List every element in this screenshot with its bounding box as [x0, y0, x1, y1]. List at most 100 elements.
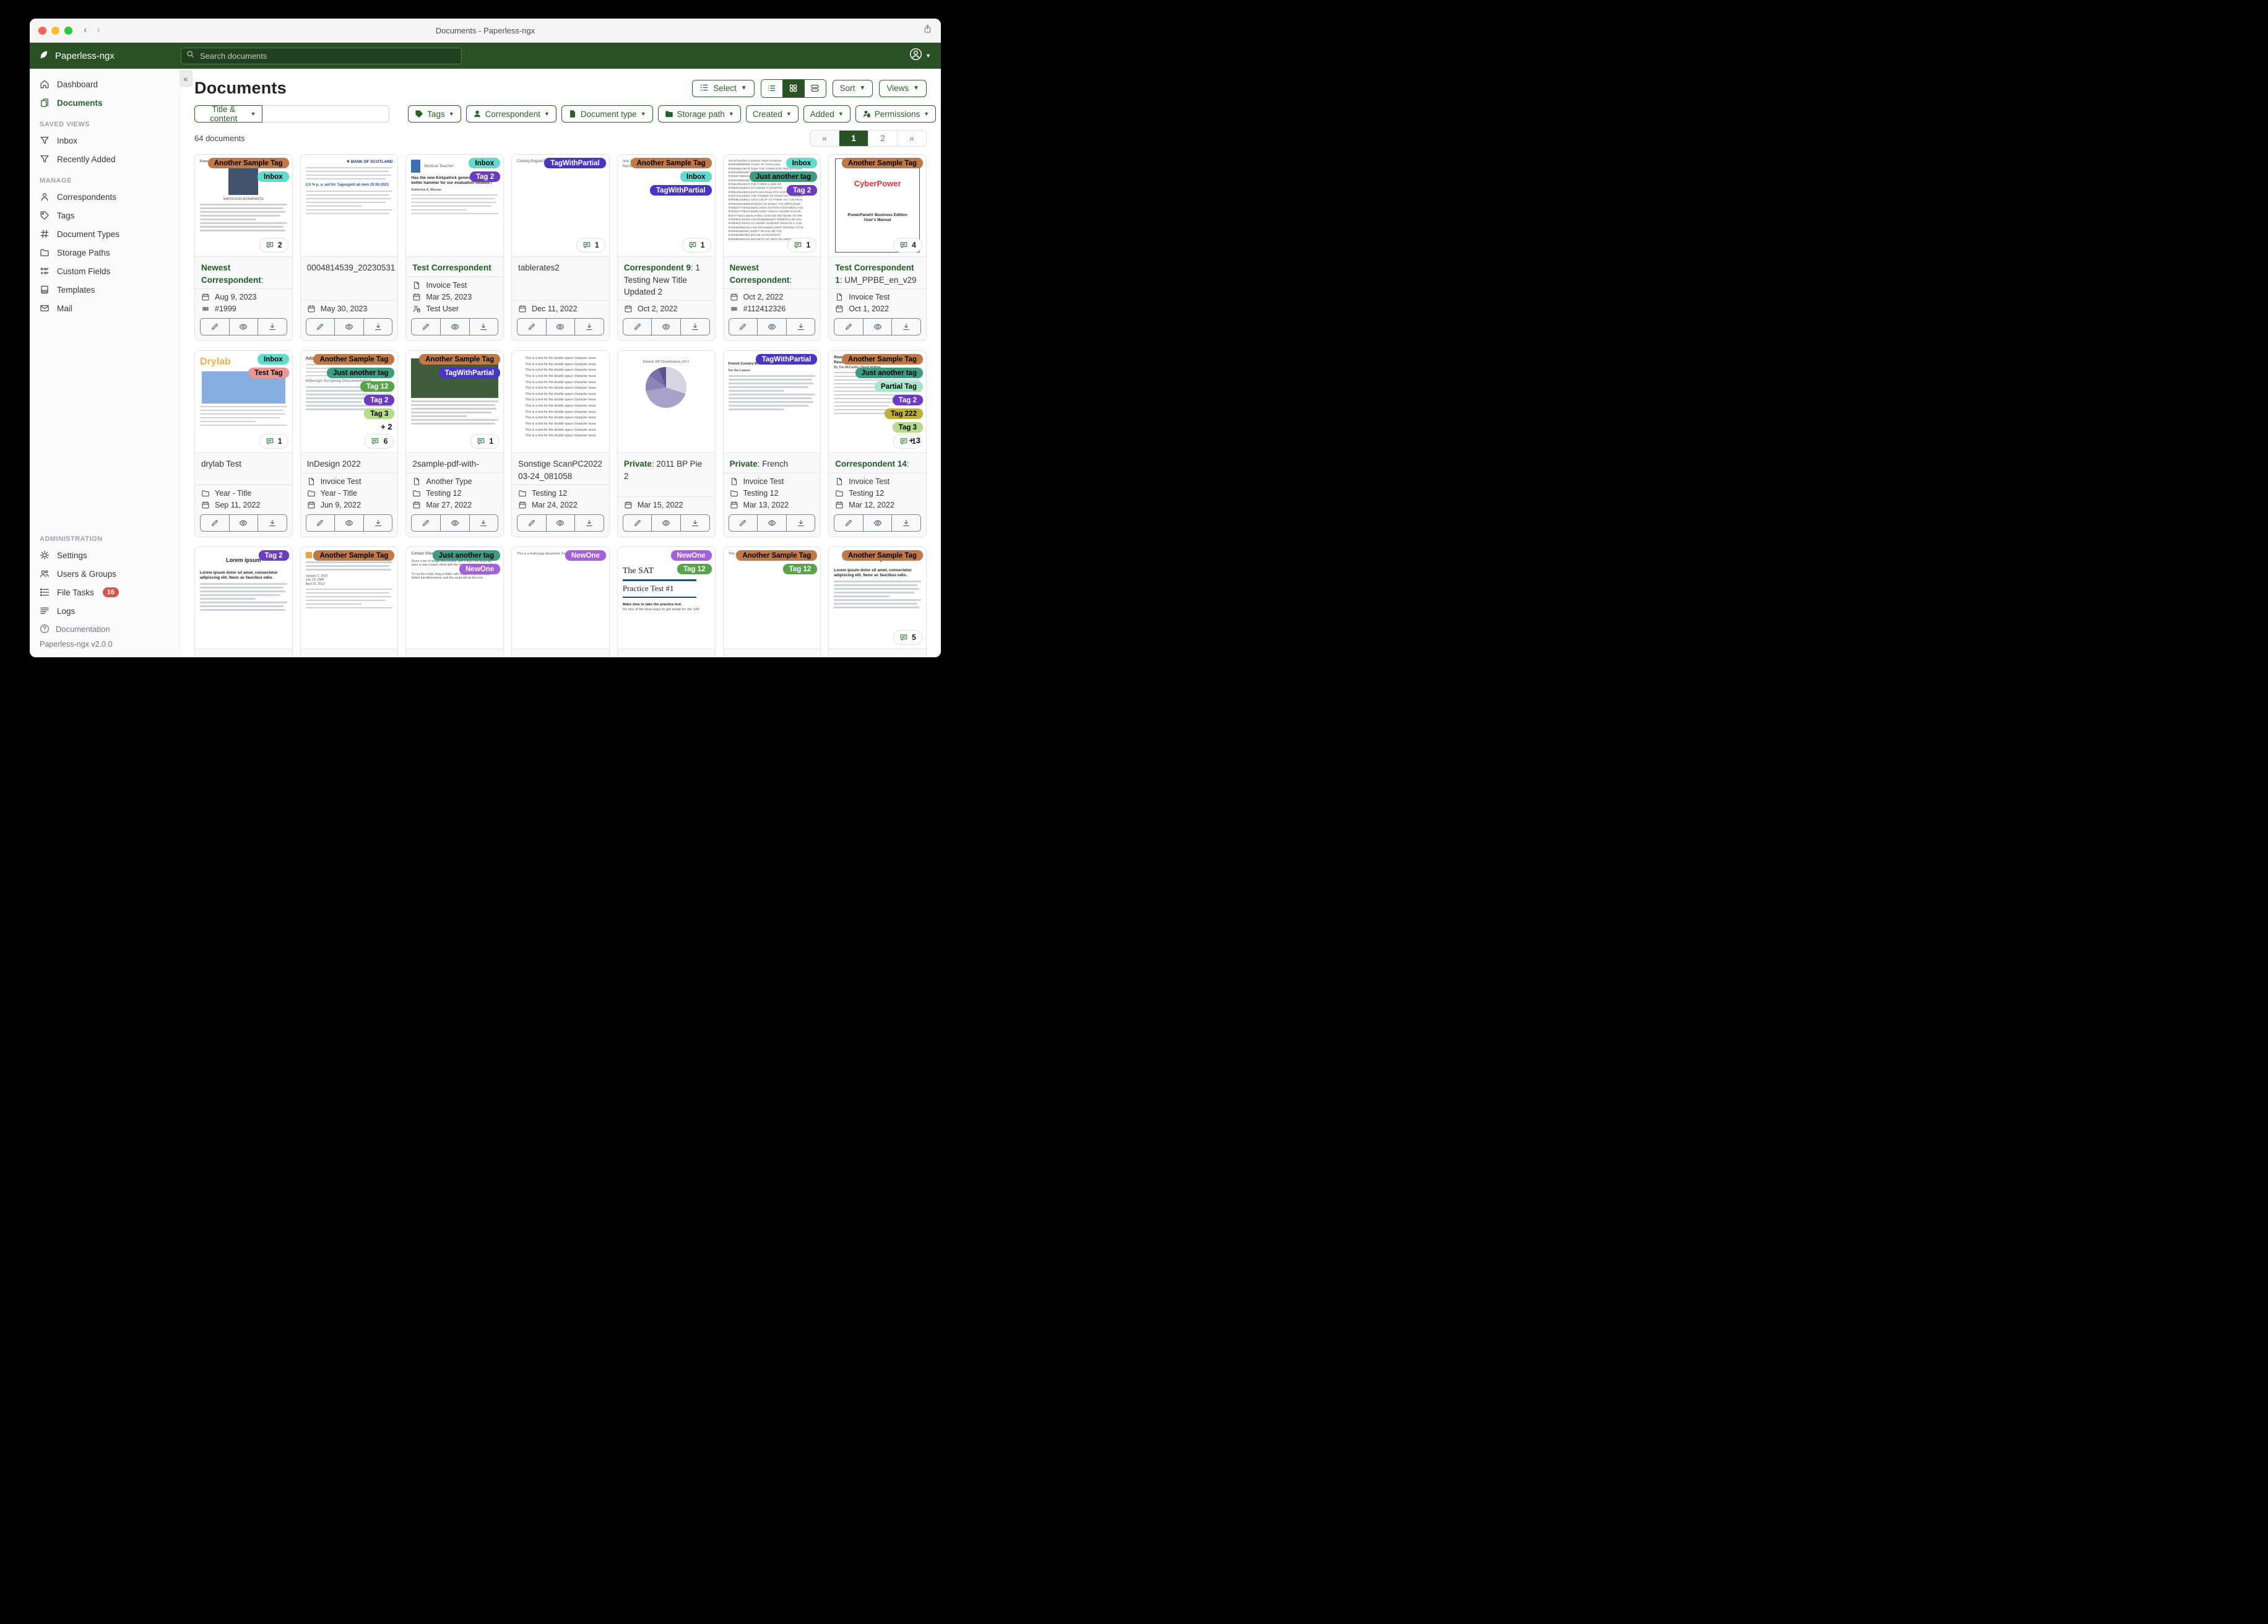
- tag-badge[interactable]: Inbox: [680, 171, 712, 182]
- document-title[interactable]: Test Correspondent 1: UM_PPBE_en_v29: [829, 257, 926, 288]
- edit-button[interactable]: [729, 515, 758, 531]
- tag-badge[interactable]: TagWithPartial: [755, 354, 818, 365]
- document-card[interactable]: French Country Bread For the Leaven TagWit…: [722, 350, 821, 537]
- select-button[interactable]: Select ▼: [692, 79, 755, 97]
- download-button[interactable]: [681, 515, 709, 531]
- tag-badge[interactable]: Another Sample Tag: [207, 158, 289, 168]
- document-preview[interactable]: The SAT Practice Test #1 Make time to take…: [617, 547, 715, 649]
- document-preview[interactable]: Patient BP Distribution 2011: [617, 351, 715, 453]
- document-card[interactable]: Patient BP Distribution 2011 Private: 201…: [617, 350, 716, 537]
- tag-badge[interactable]: Partial Tag: [875, 381, 923, 392]
- filter-field-button[interactable]: Title & content ▼: [194, 105, 263, 123]
- download-button[interactable]: [786, 515, 815, 531]
- document-card[interactable]: Lorem ipsumLorem ipsum dolor sit amet, c…: [828, 546, 927, 657]
- tag-badge[interactable]: NewOne: [670, 550, 712, 561]
- user-menu[interactable]: ▼: [909, 48, 931, 64]
- filter-text-input[interactable]: [262, 105, 390, 123]
- tag-badge[interactable]: Another Sample Tag: [313, 550, 395, 561]
- minimize-window-button[interactable]: [51, 26, 59, 35]
- tag-badge[interactable]: Another Sample Tag: [842, 550, 923, 561]
- document-title[interactable]: Test Correspondent 1: [paperless] test p…: [406, 257, 503, 277]
- edit-button[interactable]: [834, 319, 863, 335]
- edit-button[interactable]: [517, 319, 547, 335]
- document-title[interactable]: tablerates2: [512, 257, 609, 300]
- edit-button[interactable]: [729, 319, 758, 335]
- document-card[interactable]: one,1.0 five,5.0 Another Sample Tag Inbox Ta…: [617, 154, 716, 341]
- tag-badge[interactable]: Tag 12: [677, 564, 712, 574]
- sort-button[interactable]: Sort ▼: [832, 79, 873, 97]
- document-preview[interactable]: This is a testAnother Sample TagTag 12: [723, 547, 821, 649]
- view-button[interactable]: [229, 319, 259, 335]
- document-preview[interactable]: Medical Teacher Has the new Kirkpatrick g…: [406, 155, 504, 257]
- tag-badge[interactable]: TagWithPartial: [544, 158, 606, 168]
- document-card[interactable]: Francja pod rzNAPOLEON BONAPARTEAnother …: [194, 154, 293, 341]
- document-preview[interactable]: Test NameJanuary 2, 2022July 14, 1984Apr…: [300, 547, 398, 649]
- document-correspondent[interactable]: Newest Correspondent: [201, 263, 261, 285]
- view-button[interactable]: [335, 319, 364, 335]
- comments-badge[interactable]: 1: [576, 238, 605, 253]
- filter-button-tags[interactable]: Tags ▼: [408, 105, 461, 123]
- document-card[interactable]: Test NameJanuary 2, 2022July 14, 1984Apr…: [300, 546, 399, 657]
- sidebar-item-storage-paths[interactable]: Storage Paths: [30, 243, 180, 262]
- tag-badge[interactable]: Tag 3: [364, 408, 395, 419]
- download-button[interactable]: [892, 515, 920, 531]
- sidebar-item-dashboard[interactable]: Dashboard: [30, 75, 180, 93]
- tag-badge[interactable]: Inbox: [258, 354, 289, 365]
- sidebar-item-templates[interactable]: Templates: [30, 280, 180, 299]
- comments-badge[interactable]: 4: [893, 238, 922, 253]
- view-button[interactable]: [441, 319, 470, 335]
- download-button[interactable]: [469, 515, 498, 531]
- document-correspondent[interactable]: Newest Correspondent: [730, 263, 790, 285]
- view-mode-detail[interactable]: [804, 79, 826, 97]
- comments-badge[interactable]: 2: [259, 238, 288, 253]
- comments-badge[interactable]: 6: [365, 434, 394, 449]
- view-button[interactable]: [546, 515, 576, 531]
- tag-badge[interactable]: Tag 2: [364, 395, 395, 405]
- edit-button[interactable]: [201, 515, 230, 531]
- document-card[interactable]: This is a test for the double space char…: [511, 350, 610, 537]
- tag-badge[interactable]: TagWithPartial: [650, 185, 712, 196]
- tag-badge[interactable]: TagWithPartial: [438, 368, 501, 378]
- document-card[interactable]: Another Sample Tag TagWithPartial 1 2sample…: [405, 350, 504, 537]
- tag-badge[interactable]: Another Sample Tag: [630, 158, 712, 168]
- document-title[interactable]: drylab Test: [195, 453, 292, 485]
- global-search[interactable]: [181, 47, 462, 64]
- filter-button-added[interactable]: Added ▼: [803, 105, 850, 123]
- view-button[interactable]: [229, 515, 259, 531]
- pagination-prev[interactable]: «: [810, 131, 839, 146]
- document-card[interactable]: The SAT Practice Test #1 Make time to take…: [617, 546, 716, 657]
- view-button[interactable]: [758, 515, 787, 531]
- document-title[interactable]: Private: 2011 BP Pie 2: [618, 453, 715, 496]
- document-correspondent[interactable]: Correspondent 14: [835, 459, 907, 469]
- sidebar-collapse-button[interactable]: «: [180, 71, 193, 87]
- sidebar-item-file-tasks[interactable]: File Tasks 16: [30, 583, 180, 602]
- tag-badge[interactable]: Tag 2: [787, 185, 818, 196]
- filter-button-created[interactable]: Created ▼: [745, 105, 799, 123]
- view-button[interactable]: [546, 319, 576, 335]
- tag-badge[interactable]: Tag 12: [360, 381, 395, 392]
- tag-badge[interactable]: Another Sample Tag: [842, 158, 923, 168]
- document-preview[interactable]: Serial Number,Company Name,Employe 978818…: [723, 155, 821, 257]
- tag-badge[interactable]: Another Sample Tag: [736, 550, 818, 561]
- document-card[interactable]: This is a testAnother Sample TagTag 12: [722, 546, 821, 657]
- tag-badge[interactable]: Another Sample Tag: [419, 354, 501, 365]
- document-preview[interactable]: one,1.0 five,5.0 Another Sample Tag Inbox Ta…: [617, 155, 715, 257]
- document-card[interactable]: Review of Arbitral Awards Shows Swift Re…: [828, 350, 927, 537]
- comments-badge[interactable]: 1: [682, 238, 711, 253]
- filter-button-storage-path[interactable]: Storage path ▼: [657, 105, 741, 123]
- sidebar-item-settings[interactable]: Settings: [30, 546, 180, 564]
- download-button[interactable]: [258, 319, 287, 335]
- sidebar-item-inbox[interactable]: Inbox: [30, 131, 180, 150]
- browser-forward-icon[interactable]: ›: [97, 25, 100, 36]
- sidebar-documentation-link[interactable]: Documentation: [30, 620, 180, 635]
- tag-badge[interactable]: Inbox: [258, 171, 289, 182]
- sidebar-item-recently-added[interactable]: Recently Added: [30, 150, 180, 168]
- view-button[interactable]: [335, 515, 364, 531]
- tag-badge[interactable]: Tag 12: [782, 564, 818, 574]
- document-preview[interactable]: This is a test for the double space char…: [512, 351, 609, 453]
- document-card[interactable]: ✳ BANK OF SCOTLAND 2,0 % p. a. auf Ihr Ta…: [300, 154, 399, 341]
- filter-button-correspondent[interactable]: Correspondent ▼: [465, 105, 556, 123]
- comments-badge[interactable]: 1: [259, 434, 288, 449]
- download-button[interactable]: [892, 319, 920, 335]
- download-button[interactable]: [363, 319, 392, 335]
